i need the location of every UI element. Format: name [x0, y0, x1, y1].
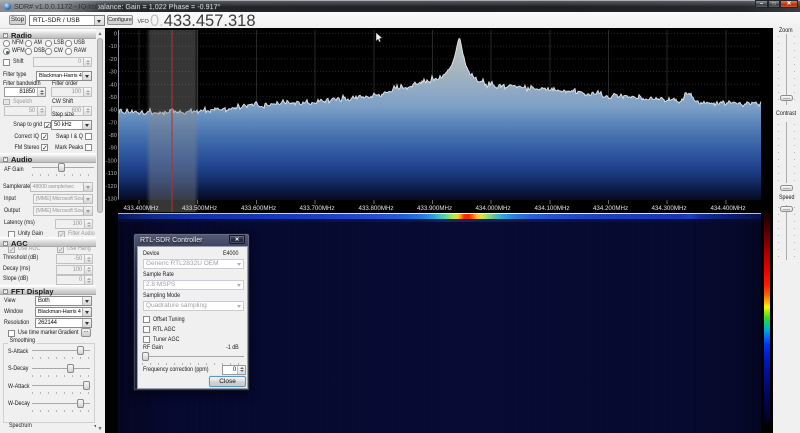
svg-text:433.500MHz: 433.500MHz [182, 205, 217, 212]
svg-text:0: 0 [114, 32, 117, 38]
svg-text:433.900MHz: 433.900MHz [417, 205, 452, 212]
svg-text:-120: -120 [105, 184, 117, 190]
svg-text:-60: -60 [109, 108, 117, 114]
svg-text:-30: -30 [109, 70, 117, 76]
svg-text:-40: -40 [109, 82, 117, 88]
svg-text:434.400MHz: 434.400MHz [710, 205, 745, 212]
svg-text:433.600MHz: 433.600MHz [241, 205, 276, 212]
svg-text:-20: -20 [109, 57, 117, 63]
svg-text:434.300MHz: 434.300MHz [651, 205, 686, 212]
svg-text:-80: -80 [109, 133, 117, 139]
svg-text:-50: -50 [109, 95, 117, 101]
svg-text:434.000MHz: 434.000MHz [475, 205, 510, 212]
svg-text:433.700MHz: 433.700MHz [299, 205, 334, 212]
svg-text:433.400MHz: 433.400MHz [123, 205, 158, 212]
svg-text:-70: -70 [109, 120, 117, 126]
svg-text:434.100MHz: 434.100MHz [534, 205, 569, 212]
svg-text:-90: -90 [109, 146, 117, 152]
svg-text:-130: -130 [105, 197, 117, 203]
svg-text:434.200MHz: 434.200MHz [593, 205, 628, 212]
svg-text:-110: -110 [106, 171, 117, 177]
svg-text:-100: -100 [105, 158, 117, 164]
svg-text:-10: -10 [109, 44, 117, 50]
svg-text:433.800MHz: 433.800MHz [358, 205, 393, 212]
